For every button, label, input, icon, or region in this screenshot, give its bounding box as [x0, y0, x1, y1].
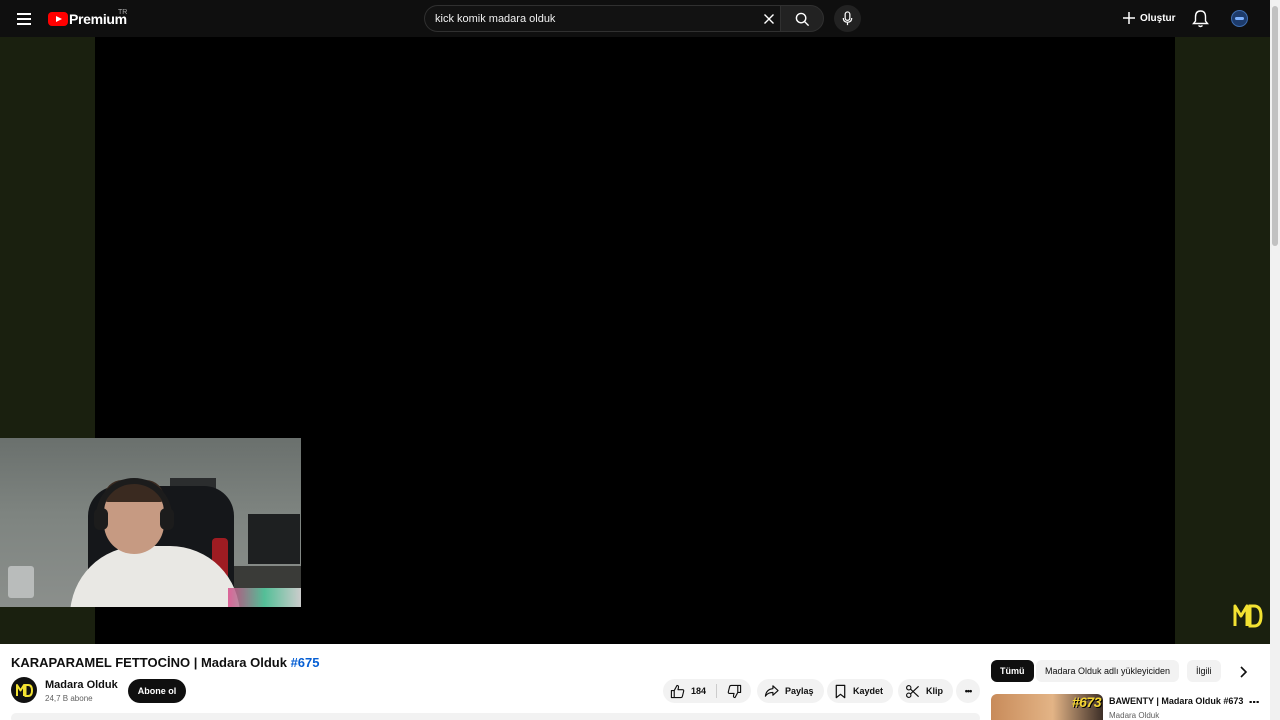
youtube-logo-icon [48, 12, 68, 26]
create-button[interactable]: Oluştur [1116, 7, 1182, 29]
save-label: Kaydet [853, 686, 884, 696]
account-avatar[interactable] [1231, 10, 1248, 27]
search-button[interactable] [780, 5, 824, 32]
share-label: Paylaş [785, 686, 814, 696]
subscriber-count: 24,7 B abone [45, 694, 93, 703]
search-icon [795, 12, 810, 27]
recommendation-more-icon[interactable]: ⋮ [1246, 694, 1262, 710]
video-title-text: KARAPARAMEL FETTOCİNO | Madara Olduk [11, 655, 287, 670]
hamburger-icon[interactable] [14, 9, 34, 29]
close-icon[interactable] [761, 11, 777, 27]
channel-logo-icon [12, 678, 36, 702]
thumbs-up-icon [670, 684, 685, 698]
like-count: 184 [691, 686, 707, 696]
youtube-watch-page: Premium TR kick komik madara olduk Oluşt… [0, 0, 1280, 720]
plus-icon [1123, 12, 1135, 24]
channel-watermark-logo[interactable] [1233, 602, 1263, 628]
clip-label: Klip [926, 686, 943, 696]
description-box[interactable] [11, 713, 980, 720]
more-actions-button[interactable]: ••• [956, 679, 980, 703]
youtube-premium-logo[interactable]: Premium [48, 9, 127, 29]
bell-icon[interactable] [1192, 9, 1209, 28]
save-button[interactable]: Kaydet [827, 679, 894, 703]
clip-button[interactable]: Klip [898, 679, 953, 703]
share-button[interactable]: Paylaş [757, 679, 824, 703]
channel-avatar[interactable] [11, 677, 37, 703]
search-input[interactable]: kick komik madara olduk [424, 5, 780, 32]
chevron-right-icon[interactable] [1234, 663, 1252, 681]
scrollbar-thumb[interactable] [1272, 6, 1278, 246]
subscribe-button[interactable]: Abone ol [128, 679, 186, 703]
recommendation-thumbnail[interactable]: #673 [991, 694, 1103, 720]
video-hashtag[interactable]: #675 [291, 655, 320, 670]
create-label: Oluştur [1140, 12, 1176, 24]
chip-from-uploader[interactable]: Madara Olduk adlı yükleyiciden [1036, 660, 1180, 682]
country-code: TR [118, 9, 128, 16]
recommendation-title[interactable]: BAWENTY | Madara Olduk #673 [1109, 696, 1243, 706]
channel-name[interactable]: Madara Olduk [45, 679, 118, 691]
bookmark-icon [835, 684, 846, 698]
dislike-button[interactable] [719, 679, 751, 703]
recommendation-channel[interactable]: Madara Olduk [1109, 711, 1159, 720]
thumbnail-badge: #673 [1071, 694, 1102, 710]
chip-all[interactable]: Tümü [991, 660, 1034, 682]
video-player[interactable] [0, 37, 1270, 644]
voice-search-button[interactable] [834, 5, 861, 32]
video-title: KARAPARAMEL FETTOCİNO | Madara Olduk #67… [11, 655, 320, 670]
streamer-webcam-overlay [0, 438, 301, 607]
search-input-value[interactable]: kick komik madara olduk [435, 13, 555, 25]
masthead: Premium TR kick komik madara olduk Oluşt… [0, 0, 1270, 37]
page-scrollbar[interactable] [1270, 0, 1280, 720]
chip-related[interactable]: İlgili [1187, 660, 1221, 682]
thumbs-down-icon [727, 684, 742, 699]
mic-icon [842, 11, 853, 26]
more-vertical-icon: ⋮ [1247, 696, 1261, 708]
like-dislike-group: 184 [663, 679, 751, 703]
like-divider [716, 684, 717, 698]
like-button[interactable]: 184 [663, 679, 716, 703]
share-arrow-icon [764, 685, 779, 697]
scissors-icon [906, 684, 919, 698]
more-horizontal-icon: ••• [964, 686, 973, 696]
